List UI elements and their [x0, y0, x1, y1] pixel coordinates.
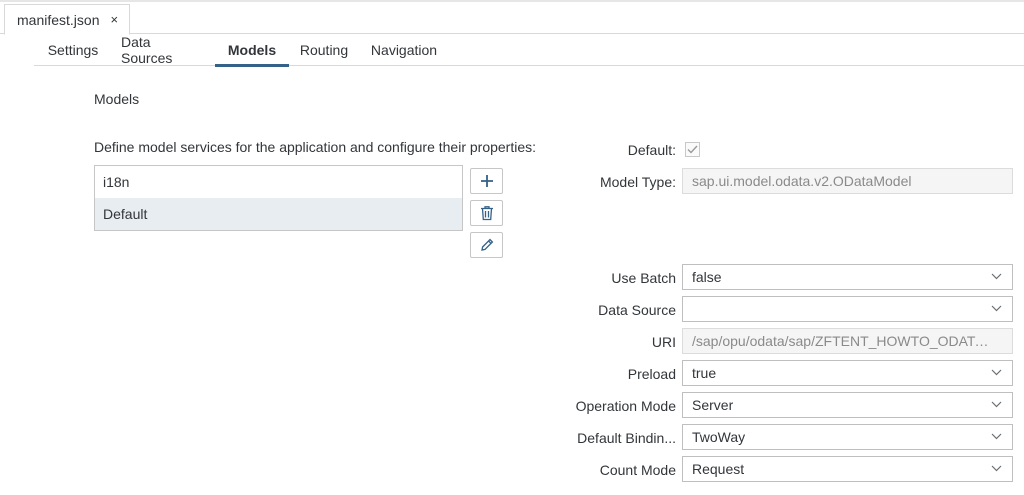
count-mode-label: Count Mode [599, 462, 676, 478]
data-source-label: Data Source [598, 302, 676, 318]
close-icon[interactable]: × [110, 13, 118, 26]
tab-data-sources[interactable]: Data Sources [121, 34, 204, 66]
operation-mode-value: Server [692, 397, 734, 413]
data-source-select[interactable] [682, 296, 1013, 322]
plus-icon [480, 175, 493, 187]
file-tab-bar: manifest.json × [0, 0, 1024, 35]
tab-models[interactable]: Models [215, 34, 289, 67]
list-item[interactable]: Default [95, 198, 462, 230]
uri-field: /sap/opu/odata/sap/ZFTENT_HOWTO_ODATA_S.… [682, 328, 1013, 354]
preload-select[interactable]: true [682, 360, 1013, 386]
section-intro: Define model services for the applicatio… [94, 139, 537, 155]
chevron-down-icon [991, 465, 1002, 472]
chevron-down-icon [991, 433, 1002, 440]
chevron-down-icon [991, 369, 1002, 376]
default-binding-select[interactable]: TwoWay [682, 424, 1013, 450]
use-batch-label: Use Batch [611, 270, 676, 286]
chevron-down-icon [991, 305, 1002, 312]
add-model-button[interactable] [470, 168, 503, 194]
model-type-label: Model Type: [599, 174, 676, 190]
model-type-value: sap.ui.model.odata.v2.ODataModel [692, 173, 912, 189]
preload-label: Preload [627, 366, 676, 382]
default-binding-value: TwoWay [692, 429, 746, 445]
operation-mode-select[interactable]: Server [682, 392, 1013, 418]
default-checkbox[interactable] [685, 142, 700, 157]
tab-settings[interactable]: Settings [48, 34, 99, 66]
count-mode-value: Request [692, 461, 745, 477]
edit-model-button[interactable] [470, 232, 503, 258]
section-title: Models [94, 91, 140, 107]
pencil-icon [480, 238, 493, 251]
models-list: i18n Default [94, 165, 463, 231]
default-binding-label: Default Bindin... [577, 430, 676, 446]
chevron-down-icon [991, 273, 1002, 280]
editor-tabs: Settings Data Sources Models Routing Nav… [34, 34, 1024, 67]
use-batch-select[interactable]: false [682, 264, 1013, 290]
chevron-down-icon [991, 401, 1002, 408]
operation-mode-label: Operation Mode [575, 398, 676, 414]
count-mode-select[interactable]: Request [682, 456, 1013, 482]
tab-navigation[interactable]: Navigation [371, 34, 437, 66]
model-type-field: sap.ui.model.odata.v2.ODataModel [682, 168, 1013, 194]
tab-routing[interactable]: Routing [300, 34, 348, 66]
use-batch-value: false [692, 269, 722, 285]
uri-value: /sap/opu/odata/sap/ZFTENT_HOWTO_ODATA_S.… [692, 333, 992, 349]
uri-label: URI [651, 334, 676, 350]
preload-value: true [692, 365, 717, 381]
default-label: Default: [627, 142, 676, 158]
delete-model-button[interactable] [470, 200, 503, 226]
checkmark-icon [687, 145, 698, 154]
file-tab-label: manifest.json [17, 11, 100, 28]
trash-icon [480, 206, 493, 221]
list-item[interactable]: i18n [95, 166, 462, 198]
file-tab-manifest[interactable]: manifest.json × [4, 4, 130, 35]
